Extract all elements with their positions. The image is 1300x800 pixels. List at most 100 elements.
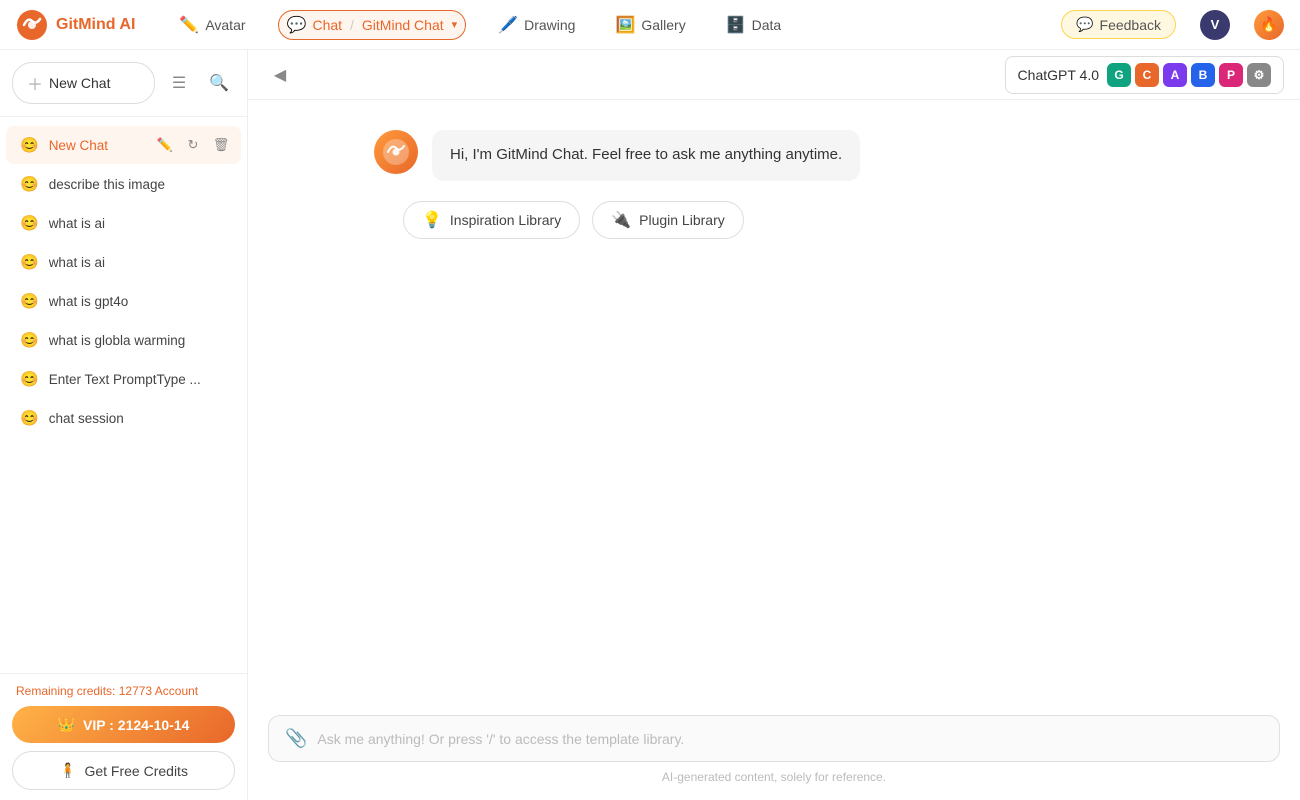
vip-label: VIP : 2124-10-14 xyxy=(83,717,189,733)
nav-divider: / xyxy=(350,17,354,33)
chat-item-icon-8: 😊 xyxy=(20,409,39,427)
chevron-down-icon: ▾ xyxy=(452,18,458,31)
crown-icon: 👑 xyxy=(58,716,75,733)
action-buttons-row: 💡 Inspiration Library 🔌 Plugin Library xyxy=(403,201,1203,239)
get-credits-button[interactable]: 🧍 Get Free Credits xyxy=(12,751,235,790)
sidebar-item-label-3: what is gpt4o xyxy=(49,294,129,309)
chat-messages: Hi, I'm GitMind Chat. Feel free to ask m… xyxy=(248,100,1300,703)
sidebar-list: 😊 New Chat ✏️ ↻ 🗑 😊 describe this image … xyxy=(0,117,247,673)
vip-button[interactable]: 👑 VIP : 2124-10-14 xyxy=(12,706,235,743)
sidebar-item-chatsession[interactable]: 😊 chat session xyxy=(6,399,241,437)
fire-icon: 🔥 xyxy=(1260,16,1277,33)
model-chip-4: B xyxy=(1191,63,1215,87)
plugin-library-label: Plugin Library xyxy=(639,212,725,228)
user-initial: V xyxy=(1211,17,1220,32)
nav-avatar-label: Avatar xyxy=(205,17,245,33)
plugin-library-button[interactable]: 🔌 Plugin Library xyxy=(592,201,744,239)
person-icon: 🧍 xyxy=(59,762,76,779)
inspiration-library-label: Inspiration Library xyxy=(450,212,561,228)
disclaimer-text: AI-generated content, solely for referen… xyxy=(662,770,886,784)
nav-avatar[interactable]: ✏️ Avatar xyxy=(171,11,253,39)
credits-prefix: Remaining credits: xyxy=(16,684,119,698)
sidebar-item-globalwarming[interactable]: 😊 what is globla warming xyxy=(6,321,241,359)
feedback-button[interactable]: 💬 Feedback xyxy=(1061,10,1176,39)
chat-item-icon-3: 😊 xyxy=(20,214,39,232)
gallery-nav-icon: 🖼️ xyxy=(615,15,635,35)
sidebar-toggle-button[interactable]: ◀ xyxy=(264,59,296,91)
top-nav: GitMind AI ✏️ Avatar 💬 Chat / GitMind Ch… xyxy=(0,0,1300,50)
nav-data-label: Data xyxy=(752,17,782,33)
sidebar-item-describe[interactable]: 😊 describe this image xyxy=(6,165,241,203)
nav-data[interactable]: 🗄️ Data xyxy=(718,11,790,39)
feedback-icon: 💬 xyxy=(1076,16,1093,33)
welcome-bubble: Hi, I'm GitMind Chat. Feel free to ask m… xyxy=(432,130,860,181)
list-view-button[interactable]: ☰ xyxy=(163,67,195,99)
input-wrapper: 📎 xyxy=(268,715,1280,762)
sidebar-item-label-0: describe this image xyxy=(49,177,165,192)
nav-gallery[interactable]: 🖼️ Gallery xyxy=(607,11,693,39)
data-nav-icon: 🗄️ xyxy=(726,15,746,35)
model-selector[interactable]: ChatGPT 4.0 G C A B P ⚙ xyxy=(1005,56,1284,94)
plus-icon: ＋ xyxy=(27,71,43,95)
model-chip-gpt: G xyxy=(1107,63,1131,87)
nav-active-chat-label: GitMind Chat xyxy=(362,17,444,33)
nav-drawing[interactable]: 🖊️ Drawing xyxy=(490,11,583,39)
sidebar-item-label-5: Enter Text PromptType ... xyxy=(49,372,201,387)
nav-gallery-label: Gallery xyxy=(641,17,685,33)
sidebar-item-gpt4o[interactable]: 😊 what is gpt4o xyxy=(6,282,241,320)
welcome-message-row: Hi, I'm GitMind Chat. Feel free to ask m… xyxy=(374,130,1174,181)
settings-icon-btn[interactable]: 🔥 xyxy=(1254,10,1284,40)
sidebar: ＋ New Chat ☰ 🔍 😊 New Chat ✏️ ↻ 🗑 xyxy=(0,50,248,800)
logo[interactable]: GitMind AI xyxy=(16,9,135,41)
nav-drawing-label: Drawing xyxy=(524,17,575,33)
get-credits-label: Get Free Credits xyxy=(84,763,187,779)
sidebar-item-whatisai-1[interactable]: 😊 what is ai xyxy=(6,204,241,242)
chat-item-icon-4: 😊 xyxy=(20,253,39,271)
welcome-text: Hi, I'm GitMind Chat. Feel free to ask m… xyxy=(450,146,842,163)
delete-item-button[interactable]: 🗑 xyxy=(209,133,233,157)
drawing-nav-icon: 🖊️ xyxy=(498,15,518,35)
sidebar-item-label-1: what is ai xyxy=(49,216,105,231)
attach-icon[interactable]: 📎 xyxy=(285,728,307,749)
chat-input[interactable] xyxy=(317,731,1263,747)
refresh-item-button[interactable]: ↻ xyxy=(181,133,205,157)
logo-icon xyxy=(16,9,48,41)
sidebar-item-whatisai-2[interactable]: 😊 what is ai xyxy=(6,243,241,281)
model-chip-3: A xyxy=(1163,63,1187,87)
model-chip-settings: ⚙ xyxy=(1247,63,1271,87)
nav-chat-label: Chat xyxy=(312,17,342,33)
credits-value: 12773 xyxy=(119,684,152,698)
edit-item-button[interactable]: ✏️ xyxy=(153,133,177,157)
chat-item-icon-7: 😊 xyxy=(20,370,39,388)
sidebar-item-label-2: what is ai xyxy=(49,255,105,270)
search-button[interactable]: 🔍 xyxy=(203,67,235,99)
model-chip-2: C xyxy=(1135,63,1159,87)
bot-avatar xyxy=(374,130,418,174)
app-name: GitMind AI xyxy=(56,16,135,34)
model-icons: G C A B P ⚙ xyxy=(1107,63,1271,87)
remaining-credits: Remaining credits: 12773 Account xyxy=(12,684,235,698)
inspiration-library-button[interactable]: 💡 Inspiration Library xyxy=(403,201,580,239)
credits-suffix: Account xyxy=(152,684,198,698)
user-avatar[interactable]: V xyxy=(1200,10,1230,40)
chat-input-area: 📎 AI-generated content, solely for refer… xyxy=(248,703,1300,800)
chat-nav-icon: 💬 xyxy=(287,15,307,35)
nav-chat[interactable]: 💬 Chat / GitMind Chat ▾ xyxy=(278,10,467,40)
model-chip-5: P xyxy=(1219,63,1243,87)
chat-item-icon-2: 😊 xyxy=(20,175,39,193)
new-chat-button[interactable]: ＋ New Chat xyxy=(12,62,155,104)
ai-disclaimer: AI-generated content, solely for referen… xyxy=(268,770,1280,784)
sidebar-item-active[interactable]: 😊 New Chat ✏️ ↻ 🗑 xyxy=(6,126,241,164)
chat-item-icon-5: 😊 xyxy=(20,292,39,310)
sidebar-top: ＋ New Chat ☰ 🔍 xyxy=(0,50,247,117)
sidebar-item-label-4: what is globla warming xyxy=(49,333,186,348)
sidebar-item-entertext[interactable]: 😊 Enter Text PromptType ... xyxy=(6,360,241,398)
bulb-icon: 💡 xyxy=(422,210,442,230)
chat-header: ◀ ChatGPT 4.0 G C A B P ⚙ xyxy=(248,50,1300,100)
main-layout: ＋ New Chat ☰ 🔍 😊 New Chat ✏️ ↻ 🗑 xyxy=(0,50,1300,800)
chat-item-icon-6: 😊 xyxy=(20,331,39,349)
item-actions: ✏️ ↻ 🗑 xyxy=(153,133,233,157)
plugin-icon: 🔌 xyxy=(611,210,631,230)
sidebar-item-label-6: chat session xyxy=(49,411,124,426)
model-label: ChatGPT 4.0 xyxy=(1018,67,1099,83)
